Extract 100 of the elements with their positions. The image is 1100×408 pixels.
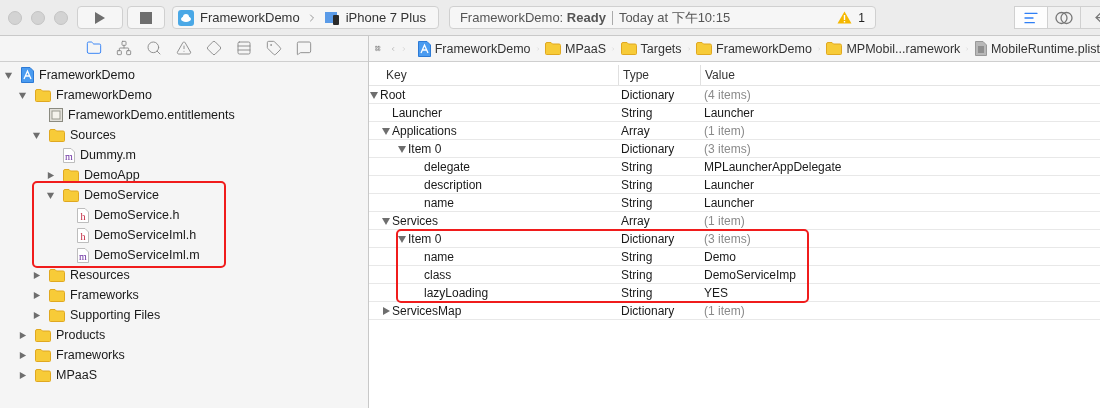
key-text: Launcher <box>392 105 443 120</box>
value-text: Launcher <box>704 105 755 120</box>
disclosure-triangle-icon[interactable] <box>369 89 379 100</box>
key-text: description <box>424 177 483 192</box>
speech-bubble-icon <box>295 40 312 56</box>
breadcrumb-item[interactable]: MPaaS <box>545 41 607 56</box>
navigator-tab[interactable] <box>115 40 133 57</box>
value-text: Launcher <box>704 195 755 210</box>
value-text: Demo <box>704 249 736 264</box>
disclosure-triangle-icon[interactable] <box>381 215 391 226</box>
type-text: String <box>621 105 653 120</box>
key-text: Item 0 <box>408 141 442 156</box>
editor-mode-button[interactable] <box>1014 6 1048 29</box>
value-text: (1 item) <box>704 303 745 318</box>
file-icon <box>974 41 987 56</box>
plist-row[interactable]: ServicesMap Dictionary (1 item) <box>369 302 1100 320</box>
key-text: Services <box>392 213 438 228</box>
folder-icon <box>696 42 713 55</box>
scheme-selector[interactable]: FrameworkDemo iPhone 7 Plus <box>172 6 439 29</box>
plist-row[interactable]: Root Dictionary (4 items) <box>369 86 1100 104</box>
project-document-icon <box>417 40 431 57</box>
navigator-item[interactable]: m DemoServiceIml.m <box>60 245 200 265</box>
column-header[interactable]: Type <box>618 65 700 85</box>
navigator-item[interactable]: Supporting Files <box>32 305 161 325</box>
navigator-item[interactable]: Resources <box>32 265 130 285</box>
value-text: (3 items) <box>704 141 751 156</box>
key-text: ServicesMap <box>392 303 462 318</box>
plist-row[interactable]: Launcher String Launcher <box>369 104 1100 122</box>
plist-row[interactable]: Item 0 Dictionary (3 items) <box>369 230 1100 248</box>
plist-row[interactable]: lazyLoading String YES <box>369 284 1100 302</box>
type-text: String <box>621 267 653 282</box>
warning-icon <box>175 40 192 56</box>
plist-row[interactable]: class String DemoServiceImp <box>369 266 1100 284</box>
disclosure-triangle-icon[interactable] <box>381 125 391 136</box>
folder-icon <box>85 40 102 56</box>
timestamp-text: Today at 下午10:15 <box>618 8 731 27</box>
navigator-item[interactable]: Frameworks <box>32 285 139 305</box>
navigator-item[interactable]: m Dummy.m <box>46 145 136 165</box>
project-document-icon <box>21 67 34 83</box>
navigator-item[interactable]: Products <box>18 325 106 345</box>
value-text: (3 items) <box>704 231 751 246</box>
column-header[interactable]: Key <box>369 65 618 85</box>
plist-row[interactable]: name String Launcher <box>369 194 1100 212</box>
plist-row[interactable]: description String Launcher <box>369 176 1100 194</box>
run-button[interactable] <box>77 6 123 29</box>
key-text: lazyLoading <box>424 285 489 300</box>
disclosure-triangle-icon[interactable] <box>381 305 391 316</box>
value-text: YES <box>704 285 728 300</box>
editor-mode-button[interactable] <box>1047 6 1081 29</box>
navigator-item[interactable]: h DemoService.h <box>60 205 180 225</box>
column-header[interactable]: Value <box>700 65 1100 85</box>
navigator-item[interactable]: Sources <box>32 125 116 145</box>
value-text: Launcher <box>704 177 755 192</box>
key-text: class <box>424 267 452 282</box>
search-icon <box>145 40 162 56</box>
stop-button[interactable] <box>127 6 165 29</box>
plist-row[interactable]: delegate String MPLauncherAppDelegate <box>369 158 1100 176</box>
navigator-item[interactable]: FrameworkDemo.entitlements <box>32 105 235 125</box>
navigator-item[interactable]: MPaaS <box>18 365 97 385</box>
breadcrumb-item[interactable]: MobileRuntime.plist <box>974 41 1100 56</box>
navigator-item[interactable]: DemoApp <box>46 165 140 185</box>
type-text: String <box>621 177 653 192</box>
type-text: Dictionary <box>621 87 675 102</box>
folder-icon <box>49 308 65 322</box>
value-text: (1 item) <box>704 213 745 228</box>
navigator-tab[interactable] <box>85 40 103 57</box>
navigator-tab[interactable] <box>145 40 163 57</box>
navigator-item[interactable]: h DemoServiceIml.h <box>60 225 197 245</box>
navigator-tab[interactable] <box>175 40 193 57</box>
device-icon <box>323 10 340 25</box>
plist-row[interactable]: Applications Array (1 item) <box>369 122 1100 140</box>
plist-row[interactable]: name String Demo <box>369 248 1100 266</box>
cloud-app-icon <box>178 9 194 26</box>
type-text: String <box>621 159 653 174</box>
folder-icon <box>49 268 65 282</box>
navigator-item[interactable]: FrameworkDemo <box>4 65 135 85</box>
breadcrumb-item[interactable]: MPMobil...ramework <box>826 41 961 56</box>
disclosure-triangle-icon[interactable] <box>32 130 41 140</box>
overlapping-circles-icon <box>1055 10 1073 25</box>
navigator-item[interactable]: DemoService <box>46 185 160 205</box>
plist-row[interactable]: Item 0 Dictionary (3 items) <box>369 140 1100 158</box>
disclosure-triangle-icon[interactable] <box>397 233 407 244</box>
navigator-tab[interactable] <box>205 40 223 57</box>
key-text: Applications <box>392 123 457 138</box>
code-file-icon: h <box>77 227 89 243</box>
breadcrumb-item[interactable]: FrameworkDemo <box>417 40 531 57</box>
plist-row[interactable]: Services Array (1 item) <box>369 212 1100 230</box>
navigator-item[interactable]: FrameworkDemo <box>18 85 152 105</box>
folder-icon <box>63 168 79 182</box>
breadcrumb-item[interactable]: Targets <box>620 41 682 56</box>
navigator-item[interactable]: Frameworks <box>18 345 125 365</box>
breadcrumb-item[interactable]: FrameworkDemo <box>696 41 812 56</box>
code-file-icon: m <box>77 247 89 263</box>
folder-icon <box>826 42 843 55</box>
disclosure-triangle-icon[interactable] <box>397 143 407 154</box>
folder-icon <box>35 348 51 362</box>
folder-icon <box>63 188 79 202</box>
folder-icon <box>545 42 562 55</box>
type-text: String <box>621 195 653 210</box>
hierarchy-icon <box>115 40 132 56</box>
